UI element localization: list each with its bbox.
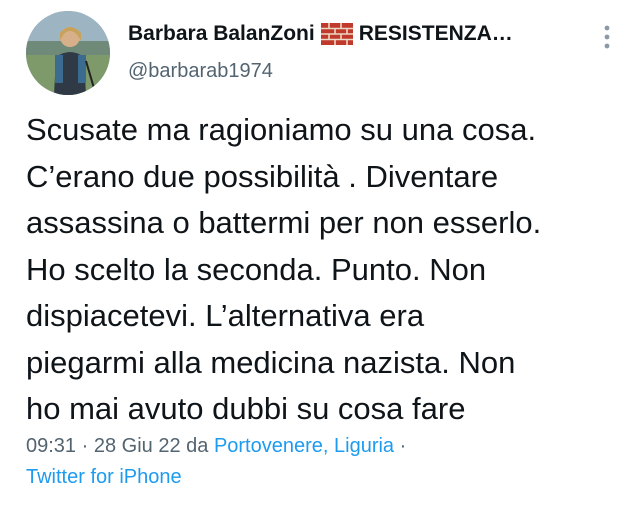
profile-photo	[26, 11, 110, 95]
tweet-meta: 09:31 · 28 Giu 22 da Portovenere, Liguri…	[26, 431, 626, 493]
more-vertical-icon[interactable]	[602, 24, 612, 50]
meta-separator-2: ·	[394, 435, 407, 457]
user-handle[interactable]: @barbarab1974	[128, 60, 273, 83]
location-link[interactable]: Portovenere, Liguria	[214, 435, 394, 457]
meta-separator: ·	[76, 435, 94, 457]
display-name[interactable]: Barbara BalanZoni	[128, 22, 315, 46]
brick-icon	[320, 23, 353, 45]
display-name-suffix[interactable]: RESISTENZA…	[359, 22, 513, 46]
avatar[interactable]	[26, 11, 110, 95]
source-link[interactable]: Twitter for iPhone	[26, 466, 182, 488]
tweet-time[interactable]: 09:31	[26, 435, 76, 457]
tweet-text: Scusate ma ragioniamo su una cosa. C’era…	[26, 112, 542, 426]
tweet-date[interactable]: 28 Giu 22	[94, 435, 181, 457]
author-name-row[interactable]: Barbara BalanZoni RESISTENZA…	[128, 22, 513, 46]
location-prefix: da	[180, 435, 214, 457]
